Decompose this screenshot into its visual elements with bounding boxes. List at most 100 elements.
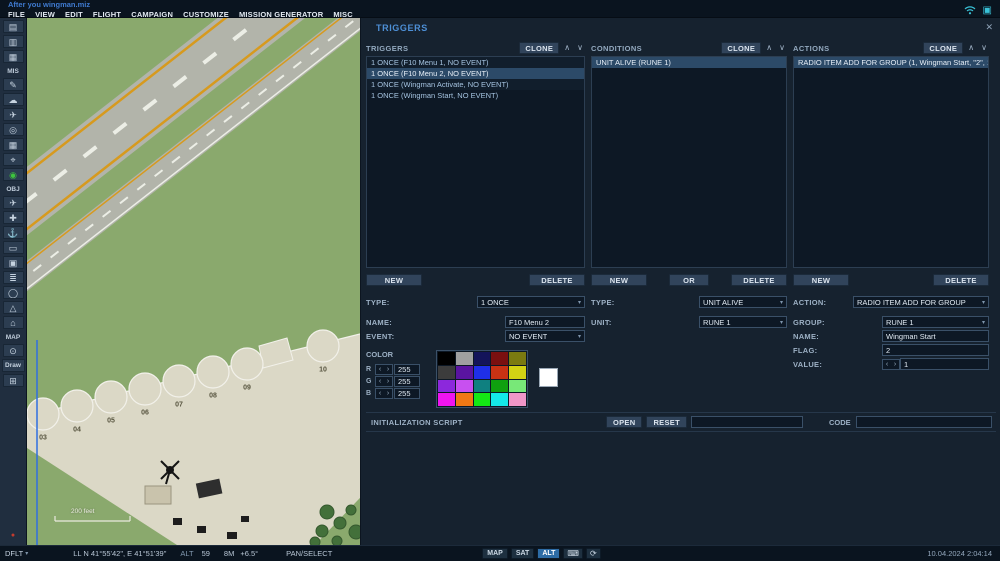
trigger-type-select[interactable]: 1 ONCE▾ bbox=[477, 296, 585, 308]
move-action-down-icon[interactable]: ∨ bbox=[979, 42, 989, 54]
action-name-input[interactable]: Wingman Start bbox=[882, 330, 989, 342]
add-unit-icon[interactable]: ◉ bbox=[3, 168, 24, 181]
color-swatch[interactable] bbox=[456, 393, 473, 406]
pan-icon[interactable]: ⊞ bbox=[3, 374, 24, 387]
map-mode-button[interactable]: MAP bbox=[482, 548, 508, 559]
close-icon[interactable]: ✕ bbox=[985, 22, 993, 33]
draw-tool-button[interactable]: Draw bbox=[2, 359, 25, 372]
conditions-list[interactable]: UNIT ALIVE (RUNE 1) bbox=[591, 56, 787, 268]
triggers-list[interactable]: 1 ONCE (F10 Menu 1, NO EVENT)1 ONCE (F10… bbox=[366, 56, 585, 268]
actions-list[interactable]: RADIO ITEM ADD FOR GROUP (1, Wingman Sta… bbox=[793, 56, 989, 268]
airplane-icon[interactable]: ✈ bbox=[3, 108, 24, 121]
color-swatch[interactable] bbox=[456, 352, 473, 365]
color-swatch[interactable] bbox=[474, 352, 491, 365]
delete-trigger-button[interactable]: DELETE bbox=[529, 274, 585, 286]
decrement-icon[interactable]: ‹ bbox=[883, 360, 891, 369]
helicopter-unit-icon[interactable]: ✚ bbox=[3, 211, 24, 224]
new-action-button[interactable]: NEW bbox=[793, 274, 849, 286]
mission-settings-icon[interactable]: ▦ bbox=[3, 50, 24, 63]
color-swatch[interactable] bbox=[474, 380, 491, 393]
map-layers-icon[interactable]: ⊙ bbox=[3, 344, 24, 357]
color-swatch[interactable] bbox=[509, 352, 526, 365]
decrement-icon[interactable]: ‹ bbox=[376, 389, 384, 398]
color-swatch[interactable] bbox=[456, 380, 473, 393]
color-swatch[interactable] bbox=[509, 380, 526, 393]
increment-icon[interactable]: › bbox=[891, 360, 899, 369]
grid-icon[interactable]: ▦ bbox=[3, 138, 24, 151]
action-type-select[interactable]: RADIO ITEM ADD FOR GROUP▾ bbox=[853, 296, 989, 308]
decrement-icon[interactable]: ‹ bbox=[376, 365, 384, 374]
warehouse-icon[interactable]: ⌂ bbox=[3, 316, 24, 329]
increment-icon[interactable]: › bbox=[384, 377, 392, 386]
move-condition-down-icon[interactable]: ∨ bbox=[777, 42, 787, 54]
color-swatch[interactable] bbox=[438, 393, 455, 406]
reset-script-button[interactable]: RESET bbox=[646, 416, 687, 428]
color-swatch[interactable] bbox=[438, 380, 455, 393]
clone-action-button[interactable]: CLONE bbox=[923, 42, 963, 54]
move-condition-up-icon[interactable]: ∧ bbox=[764, 42, 774, 54]
blue-stepper[interactable]: ‹› bbox=[375, 388, 393, 399]
new-condition-button[interactable]: NEW bbox=[591, 274, 647, 286]
move-trigger-down-icon[interactable]: ∨ bbox=[575, 42, 585, 54]
save-mission-icon[interactable]: ▥ bbox=[3, 35, 24, 48]
color-swatch[interactable] bbox=[491, 352, 508, 365]
move-action-up-icon[interactable]: ∧ bbox=[966, 42, 976, 54]
measure-icon[interactable]: ⌖ bbox=[3, 153, 24, 166]
keyboard-icon[interactable]: ⌨ bbox=[563, 548, 583, 559]
airplane-unit-icon[interactable]: ✈ bbox=[3, 196, 24, 209]
script-file-input[interactable] bbox=[691, 416, 803, 428]
code-input[interactable] bbox=[856, 416, 992, 428]
move-trigger-up-icon[interactable]: ∧ bbox=[562, 42, 572, 54]
or-condition-button[interactable]: OR bbox=[669, 274, 709, 286]
color-swatch[interactable] bbox=[509, 393, 526, 406]
bullseye-icon[interactable]: ◎ bbox=[3, 123, 24, 136]
open-script-button[interactable]: OPEN bbox=[606, 416, 642, 428]
color-swatch[interactable] bbox=[491, 366, 508, 379]
green-value-input[interactable]: 255 bbox=[394, 376, 420, 387]
color-swatch[interactable] bbox=[438, 366, 455, 379]
clone-condition-button[interactable]: CLONE bbox=[721, 42, 761, 54]
condition-list-item[interactable]: UNIT ALIVE (RUNE 1) bbox=[592, 57, 786, 68]
profile-selector[interactable]: DFLT bbox=[5, 549, 23, 558]
color-swatch[interactable] bbox=[438, 352, 455, 365]
red-stepper[interactable]: ‹› bbox=[375, 364, 393, 375]
clone-trigger-button[interactable]: CLONE bbox=[519, 42, 559, 54]
trigger-list-item[interactable]: 1 ONCE (F10 Menu 2, NO EVENT) bbox=[367, 68, 584, 79]
blue-value-input[interactable]: 255 bbox=[394, 388, 420, 399]
color-swatch[interactable] bbox=[491, 393, 508, 406]
vehicle-unit-icon[interactable]: ▭ bbox=[3, 241, 24, 254]
shapes-icon[interactable]: △ bbox=[3, 301, 24, 314]
condition-unit-select[interactable]: RUNE 1▾ bbox=[699, 316, 787, 328]
color-swatch[interactable] bbox=[474, 393, 491, 406]
pencil-icon[interactable]: ✎ bbox=[3, 78, 24, 91]
increment-icon[interactable]: › bbox=[384, 389, 392, 398]
sat-mode-button[interactable]: SAT bbox=[511, 548, 534, 559]
color-swatch[interactable] bbox=[509, 366, 526, 379]
action-list-item[interactable]: RADIO ITEM ADD FOR GROUP (1, Wingman Sta… bbox=[794, 57, 988, 68]
weather-icon[interactable]: ☁ bbox=[3, 93, 24, 106]
action-group-select[interactable]: RUNE 1▾ bbox=[882, 316, 989, 328]
action-value-input[interactable]: 1 bbox=[900, 358, 989, 370]
template-icon[interactable]: ≣ bbox=[3, 271, 24, 284]
alt-mode-button[interactable]: ALT bbox=[537, 548, 560, 559]
trigger-name-input[interactable]: F10 Menu 2 bbox=[505, 316, 585, 328]
trigger-event-select[interactable]: NO EVENT▾ bbox=[505, 330, 585, 342]
map-viewport[interactable]: 200 feet 0304050607080910 bbox=[27, 18, 360, 545]
new-trigger-button[interactable]: NEW bbox=[366, 274, 422, 286]
condition-type-select[interactable]: UNIT ALIVE▾ bbox=[699, 296, 787, 308]
delete-action-button[interactable]: DELETE bbox=[933, 274, 989, 286]
open-mission-icon[interactable]: ▤ bbox=[3, 20, 24, 33]
trigger-list-item[interactable]: 1 ONCE (Wingman Start, NO EVENT) bbox=[367, 90, 584, 101]
refresh-icon[interactable]: ⟳ bbox=[586, 548, 601, 559]
red-value-input[interactable]: 255 bbox=[394, 364, 420, 375]
value-stepper[interactable]: ‹› bbox=[882, 359, 900, 370]
static-object-icon[interactable]: ▣ bbox=[3, 256, 24, 269]
trigger-zone-icon[interactable]: ◯ bbox=[3, 286, 24, 299]
color-swatch[interactable] bbox=[474, 366, 491, 379]
window-mode-icon[interactable]: ▣ bbox=[983, 5, 992, 17]
color-swatch[interactable] bbox=[456, 366, 473, 379]
increment-icon[interactable]: › bbox=[384, 365, 392, 374]
green-stepper[interactable]: ‹› bbox=[375, 376, 393, 387]
ship-unit-icon[interactable]: ⚓ bbox=[3, 226, 24, 239]
trigger-list-item[interactable]: 1 ONCE (F10 Menu 1, NO EVENT) bbox=[367, 57, 584, 68]
